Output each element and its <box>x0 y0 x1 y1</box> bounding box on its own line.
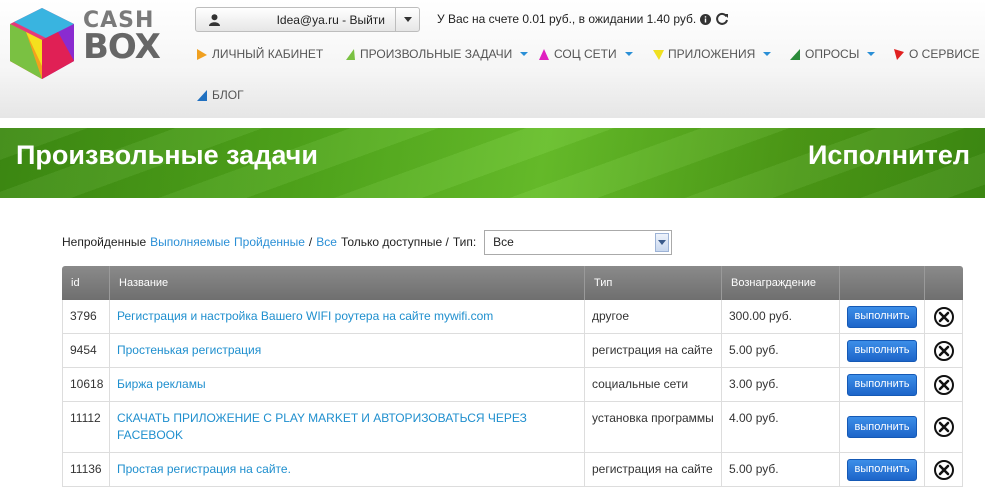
filter-passed-link[interactable]: Пройденные <box>234 235 305 249</box>
user-logout-link[interactable]: Idea@ya.ru - Выйти <box>232 13 395 27</box>
table-row: 11136 Простая регистрация на сайте. реги… <box>62 453 963 487</box>
task-id: 11136 <box>62 453 110 486</box>
task-reward: 3.00 руб. <box>722 368 840 401</box>
nav-item-label: ПРОИЗВОЛЬНЫЕ ЗАДАЧИ <box>360 47 513 61</box>
user-menu[interactable]: Idea@ya.ru - Выйти <box>195 7 420 32</box>
task-reward: 5.00 руб. <box>722 453 840 486</box>
nav-item-applications[interactable]: ПРИЛОЖЕНИЯ <box>652 47 772 61</box>
filter-all-link[interactable]: Все <box>316 235 337 249</box>
run-task-button[interactable]: выполнить <box>847 458 917 481</box>
filter-separator: / <box>308 235 313 249</box>
cashbox-logo[interactable]: CASH BOX <box>6 6 166 81</box>
filter-active-link[interactable]: Выполняемые <box>150 235 230 249</box>
type-select[interactable]: Все <box>484 229 673 255</box>
refresh-icon[interactable] <box>715 12 729 26</box>
close-circle-icon[interactable] <box>933 374 954 395</box>
chevron-down-icon[interactable] <box>655 232 670 252</box>
column-header-id: id <box>62 266 110 300</box>
task-id: 9454 <box>62 334 110 367</box>
triangle-icon <box>653 49 664 60</box>
table-row: 11112 СКАЧАТЬ ПРИЛОЖЕНИЕ С PLAY MARKET И… <box>62 402 963 453</box>
table-row: 3796 Регистрация и настройка Вашего WIFI… <box>62 300 963 334</box>
filter-only-available[interactable]: Только доступные / <box>341 235 449 249</box>
chevron-down-icon <box>763 52 772 56</box>
header: CASH BOX Idea@ya.ru - Выйти У Вас на сче… <box>0 0 985 118</box>
task-filter: Непройденные Выполняемые Пройденные / Вс… <box>62 228 673 256</box>
table-row: 10618 Биржа рекламы социальные сети 3.00… <box>62 368 963 402</box>
run-task-button[interactable]: выполнить <box>847 305 917 328</box>
logo-cube-icon <box>10 8 74 79</box>
table-row: 9454 Простенькая регистрация регистрация… <box>62 334 963 368</box>
chevron-down-icon <box>624 52 633 56</box>
triangle-icon <box>894 48 904 60</box>
task-reward: 300.00 руб. <box>722 300 840 333</box>
info-icon[interactable] <box>700 13 712 25</box>
task-type: социальные сети <box>585 368 722 401</box>
column-header-action <box>840 266 925 300</box>
close-circle-icon[interactable] <box>933 306 954 327</box>
task-type: регистрация на сайте <box>585 334 722 367</box>
nav-item-custom-tasks[interactable]: ПРОИЗВОЛЬНЫЕ ЗАДАЧИ <box>344 47 529 61</box>
task-name-link[interactable]: СКАЧАТЬ ПРИЛОЖЕНИЕ С PLAY MARKET И АВТОР… <box>117 411 527 442</box>
logo-text-box: BOX <box>83 27 161 67</box>
balance-text: У Вас на счете 0.01 руб., в ожидании 1.4… <box>437 12 697 26</box>
column-header-remove <box>925 266 963 300</box>
close-circle-icon[interactable] <box>933 459 954 480</box>
type-select-value: Все <box>493 235 514 249</box>
chevron-down-icon <box>867 52 876 56</box>
user-menu-caret-button[interactable] <box>395 8 419 31</box>
caret-down-icon <box>403 17 412 22</box>
triangle-icon <box>197 48 207 60</box>
task-name-link[interactable]: Простенькая регистрация <box>117 343 261 357</box>
close-circle-icon[interactable] <box>933 417 954 437</box>
page-title: Произвольные задачи <box>16 140 318 170</box>
nav-item-blog[interactable]: БЛОГ <box>196 88 244 102</box>
task-reward: 5.00 руб. <box>722 334 840 367</box>
nav-item-social-networks[interactable]: СОЦ СЕТИ <box>538 47 633 61</box>
column-header-reward: Вознаграждение <box>722 266 840 300</box>
triangle-icon <box>197 89 207 101</box>
task-type: регистрация на сайте <box>585 453 722 486</box>
triangle-icon <box>790 48 800 60</box>
task-type: другое <box>585 300 722 333</box>
task-type: установка программы <box>585 402 722 452</box>
nav-item-label: ПРИЛОЖЕНИЯ <box>668 47 756 61</box>
task-reward: 4.00 руб. <box>722 402 840 452</box>
nav-item-personal-cabinet[interactable]: ЛИЧНЫЙ КАБИНЕТ <box>196 47 323 61</box>
nav-item-label: СОЦ СЕТИ <box>554 47 617 61</box>
nav-item-label: О СЕРВИСЕ <box>909 47 980 61</box>
column-header-name: Название <box>110 266 585 300</box>
filter-unpassed[interactable]: Непройденные <box>62 235 146 249</box>
nav-item-label: ЛИЧНЫЙ КАБИНЕТ <box>212 47 324 61</box>
run-task-button[interactable]: выполнить <box>847 416 917 438</box>
triangle-icon <box>539 48 549 60</box>
task-id: 3796 <box>62 300 110 333</box>
tasks-table: id Название Тип Вознаграждение 3796 Реги… <box>62 266 963 487</box>
triangle-icon <box>346 48 355 60</box>
task-name-link[interactable]: Простая регистрация на сайте. <box>117 462 291 476</box>
column-header-type: Тип <box>585 266 722 300</box>
table-header: id Название Тип Вознаграждение <box>62 266 963 300</box>
nav-item-label: БЛОГ <box>212 88 244 102</box>
task-name-link[interactable]: Биржа рекламы <box>117 377 206 391</box>
nav-item-surveys[interactable]: ОПРОСЫ <box>789 47 876 61</box>
close-circle-icon[interactable] <box>933 340 954 361</box>
task-id: 10618 <box>62 368 110 401</box>
page-title-secondary: Исполнител <box>808 140 970 170</box>
type-label: Тип: <box>452 235 477 249</box>
page-banner: Произвольные задачи Исполнител <box>0 128 985 198</box>
balance-status: У Вас на счете 0.01 руб., в ожидании 1.4… <box>437 12 729 26</box>
nav-item-about-service[interactable]: О СЕРВИСЕ <box>893 47 985 61</box>
run-task-button[interactable]: выполнить <box>847 373 917 396</box>
user-icon <box>196 13 232 26</box>
task-id: 11112 <box>62 402 110 452</box>
task-name-link[interactable]: Регистрация и настройка Вашего WIFI роут… <box>117 309 493 323</box>
run-task-button[interactable]: выполнить <box>847 339 917 362</box>
chevron-down-icon <box>520 52 529 56</box>
nav-item-label: ОПРОСЫ <box>805 47 860 61</box>
